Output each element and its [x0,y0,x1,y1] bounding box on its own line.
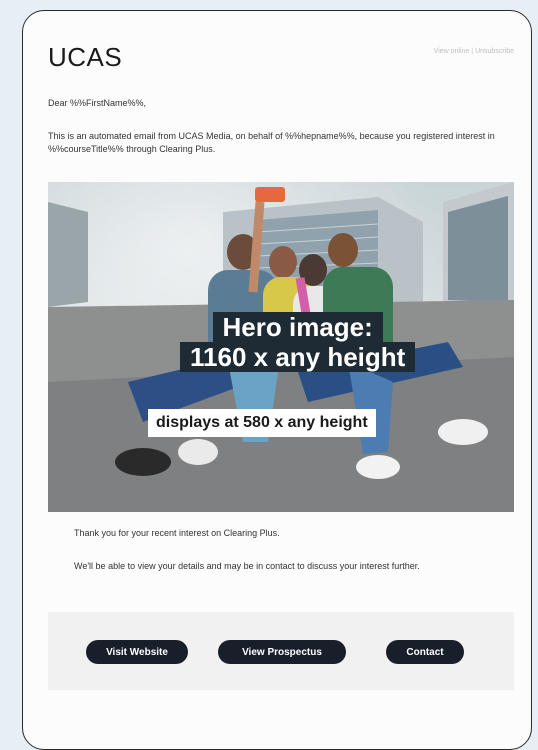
hero-title-line-1: Hero image: [212,312,383,342]
visit-website-button[interactable]: Visit Website [86,640,188,664]
cta-button-bar: Visit Website View Prospectus Contact [48,612,514,690]
hero-subtitle: displays at 580 x any height [148,409,376,437]
top-links: View online | Unsubscribe [434,48,514,55]
view-prospectus-button[interactable]: View Prospectus [218,640,346,664]
thanks-paragraph: Thank you for your recent interest on Cl… [74,528,280,538]
intro-paragraph: This is an automated email from UCAS Med… [48,131,495,154]
hero-title: Hero image: 1160 x any height [180,312,416,372]
view-online-link[interactable]: View online [434,48,470,55]
link-separator: | [471,48,474,55]
ucas-logo: UCAS [48,42,123,72]
contact-button[interactable]: Contact [386,640,464,664]
email-header: UCAS View online | Unsubscribe [48,42,514,72]
hero-image: Hero image: 1160 x any height displays a… [48,182,514,512]
unsubscribe-link[interactable]: Unsubscribe [475,48,514,55]
hero-title-line-2: 1160 x any height [180,342,416,372]
greeting-text: Dear %%FirstName%%, [48,98,147,108]
contact-note-paragraph: We'll be able to view your details and m… [74,561,420,571]
